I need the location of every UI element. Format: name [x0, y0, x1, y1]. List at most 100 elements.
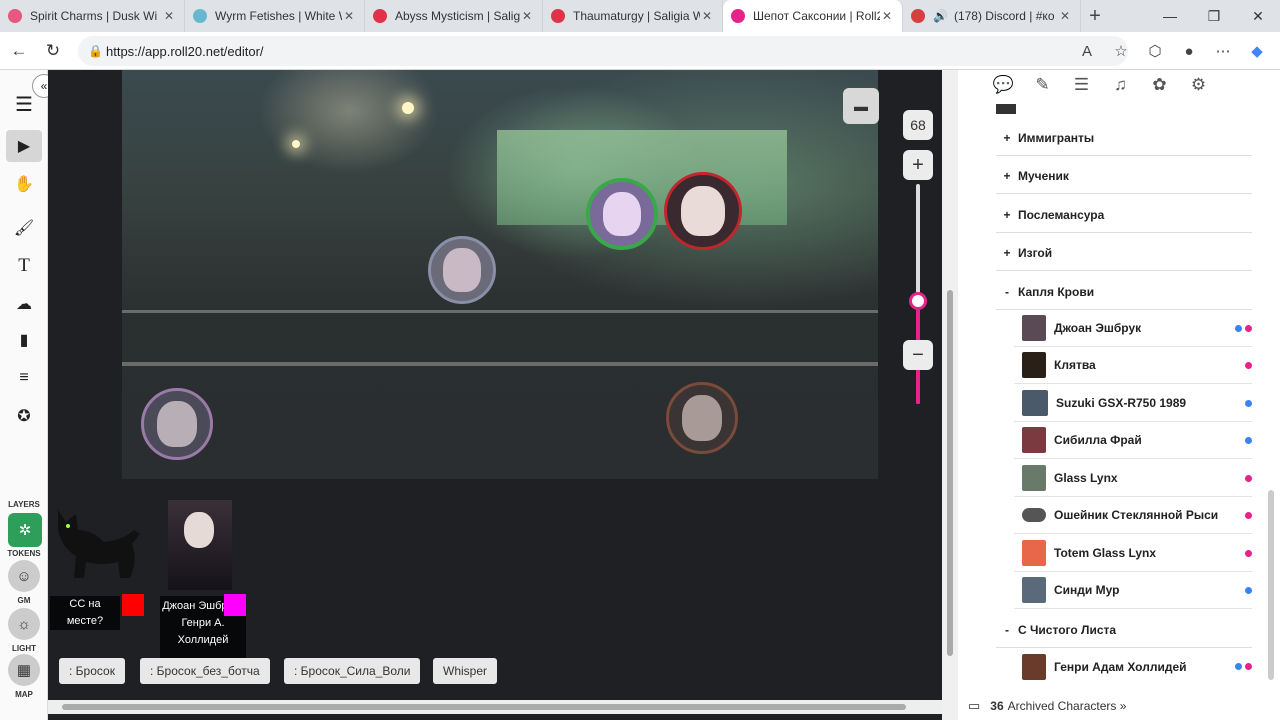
folder-martyr[interactable]: + Мученик: [996, 158, 1252, 194]
character-token[interactable]: [666, 382, 738, 454]
favorite-star-icon[interactable]: ☆: [1104, 36, 1138, 66]
character-row[interactable]: Клятва: [1014, 347, 1252, 384]
character-row[interactable]: Сибилла Фрай: [1014, 422, 1252, 459]
expand-icon: +: [1003, 207, 1011, 222]
notes-icon[interactable]: ≡: [6, 362, 42, 394]
draw-brush-icon[interactable]: 🖌: [6, 212, 42, 244]
folder-clean-slate[interactable]: - С Чистого Листа: [996, 612, 1252, 648]
new-tab-button[interactable]: +: [1081, 5, 1109, 28]
back-arrow-icon[interactable]: ←: [2, 34, 36, 68]
extensions-icon[interactable]: ⬡: [1138, 36, 1172, 66]
more-menu-icon[interactable]: ⋯: [1206, 36, 1240, 66]
expand-icon: +: [1003, 130, 1011, 145]
left-toolbar: « ☰ ▶ ✋ 🖌 T ☁ ▮ ≡ ✪ LAYERS ✲ TOKENS ☺ GM…: [0, 70, 56, 720]
profile-icon[interactable]: ●: [1172, 36, 1206, 66]
scrollbar-thumb[interactable]: [62, 704, 906, 710]
macro-button-whisper[interactable]: Whisper: [433, 658, 498, 684]
url-input[interactable]: 🔒 https://app.roll20.net/editor/: [78, 36, 1128, 66]
folder-immigrants[interactable]: + Иммигранты: [996, 120, 1252, 156]
browser-tab[interactable]: Abyss Mysticism | Saligia ✕: [365, 0, 543, 32]
tab-title: Abyss Mysticism | Saligia: [395, 9, 520, 23]
close-icon[interactable]: ✕: [700, 9, 714, 23]
scrollbar-thumb[interactable]: [947, 290, 953, 656]
browser-tab[interactable]: Thaumaturgy | Saligia W ✕: [543, 0, 723, 32]
character-token[interactable]: [428, 236, 496, 304]
character-token[interactable]: [141, 388, 213, 460]
folder-postmansura[interactable]: + Послемансура: [996, 197, 1252, 233]
light-layer-button[interactable]: ☼: [8, 608, 40, 640]
character-portrait-card[interactable]: [168, 500, 232, 590]
journal-icon[interactable]: ☰: [1062, 70, 1101, 100]
gm-layer-button[interactable]: ☺: [8, 560, 40, 592]
panel-tabs: 💬 ✎ ☰ ♫ ✿ ⚙: [958, 70, 1280, 100]
avatar: [1022, 540, 1046, 566]
browser-tab[interactable]: Spirit Charms | Dusk Wi ✕: [0, 0, 185, 32]
map-label: MAP: [15, 690, 33, 699]
portrait-face: [602, 191, 642, 237]
compendium-icon[interactable]: ✿: [1140, 70, 1179, 100]
select-tool-icon[interactable]: ▶: [6, 130, 42, 162]
character-token[interactable]: [586, 178, 658, 250]
copilot-icon[interactable]: ◆: [1240, 36, 1274, 66]
restore-icon[interactable]: ❐: [1192, 0, 1236, 32]
light-label: LIGHT: [12, 644, 36, 653]
chat-icon[interactable]: 💬: [984, 70, 1023, 100]
character-row[interactable]: Glass Lynx: [1014, 460, 1252, 497]
ruler-icon[interactable]: ▮: [6, 324, 42, 356]
folder-label: С Чистого Листа: [1018, 622, 1117, 637]
minimize-icon[interactable]: —: [1148, 0, 1192, 32]
cat-token-card[interactable]: [48, 500, 148, 580]
roll20-editor: « ☰ ▶ ✋ 🖌 T ☁ ▮ ≡ ✪ LAYERS ✲ TOKENS ☺ GM…: [0, 70, 1280, 720]
gm-label: GM: [17, 596, 31, 605]
map-layer-button[interactable]: ▦: [8, 654, 40, 686]
macro-button-roll-willpower[interactable]: : Бросок_Сила_Воли: [284, 658, 421, 684]
pan-hand-icon[interactable]: ✋: [6, 168, 42, 200]
character-token[interactable]: [664, 172, 742, 250]
menu-icon[interactable]: ☰: [6, 88, 42, 120]
avatar: [1022, 427, 1046, 453]
tab-favicon-icon: [911, 9, 925, 23]
zoom-out-button[interactable]: −: [903, 340, 933, 370]
game-canvas[interactable]: ▬ 68 + − СС на месте? Джоан Эшбрук / Ген…: [48, 70, 942, 700]
settings-gear-icon[interactable]: ⚙: [1179, 70, 1218, 100]
folder-outcast[interactable]: + Изгой: [996, 235, 1252, 271]
vertical-scrollbar[interactable]: [942, 70, 958, 720]
character-row[interactable]: Ошейник Стеклянной Рыси: [1014, 497, 1252, 534]
character-row[interactable]: Синди Мур: [1014, 572, 1252, 609]
archived-count: 36: [990, 699, 1004, 713]
reload-icon[interactable]: ↻: [36, 34, 70, 68]
close-icon[interactable]: ✕: [520, 9, 534, 23]
folder-label: Мученик: [1018, 168, 1069, 183]
character-row[interactable]: Totem Glass Lynx: [1014, 535, 1252, 572]
avatar: [1022, 465, 1046, 491]
browser-tab[interactable]: Wyrm Fetishes | White W ✕: [185, 0, 365, 32]
close-icon[interactable]: ✕: [880, 9, 894, 23]
tokens-layer-button[interactable]: ✲: [8, 513, 42, 547]
zoom-in-button[interactable]: +: [903, 150, 933, 180]
player-dots: [1230, 549, 1252, 557]
macro-button-roll[interactable]: : Бросок: [59, 658, 125, 684]
character-row[interactable]: Джоан Эшбрук: [1014, 310, 1252, 347]
collapse-icon: -: [1005, 284, 1009, 299]
macro-button-roll-no-botch[interactable]: : Бросок_без_ботча: [140, 658, 270, 684]
lock-icon[interactable]: ▬: [843, 88, 879, 124]
text-tool-icon[interactable]: T: [6, 250, 42, 282]
character-row[interactable]: Генри Адам Холлидей: [1014, 648, 1252, 685]
read-aloud-icon[interactable]: A: [1070, 36, 1104, 66]
close-icon[interactable]: ✕: [162, 9, 176, 23]
zoom-slider-handle[interactable]: [909, 292, 927, 310]
archived-characters-link[interactable]: ▭ 36 Archived Characters »: [968, 698, 1126, 714]
browser-tab-active[interactable]: Шепот Саксонии | Roll2 ✕: [723, 0, 903, 32]
horizontal-scrollbar[interactable]: [48, 700, 942, 714]
dice-icon[interactable]: ✪: [6, 400, 42, 432]
close-icon[interactable]: ✕: [1058, 9, 1072, 23]
folder-blood-drop[interactable]: - Капля Крови: [996, 274, 1252, 310]
panel-scrollbar[interactable]: [1268, 490, 1274, 680]
jukebox-icon[interactable]: ♫: [1101, 70, 1140, 100]
fog-cloud-icon[interactable]: ☁: [6, 288, 42, 320]
close-window-icon[interactable]: ✕: [1236, 0, 1280, 32]
art-library-icon[interactable]: ✎: [1023, 70, 1062, 100]
character-row[interactable]: Suzuki GSX-R750 1989: [1014, 385, 1252, 422]
close-icon[interactable]: ✕: [342, 9, 356, 23]
browser-tab[interactable]: 🔊 (178) Discord | #ко ✕: [903, 0, 1081, 32]
